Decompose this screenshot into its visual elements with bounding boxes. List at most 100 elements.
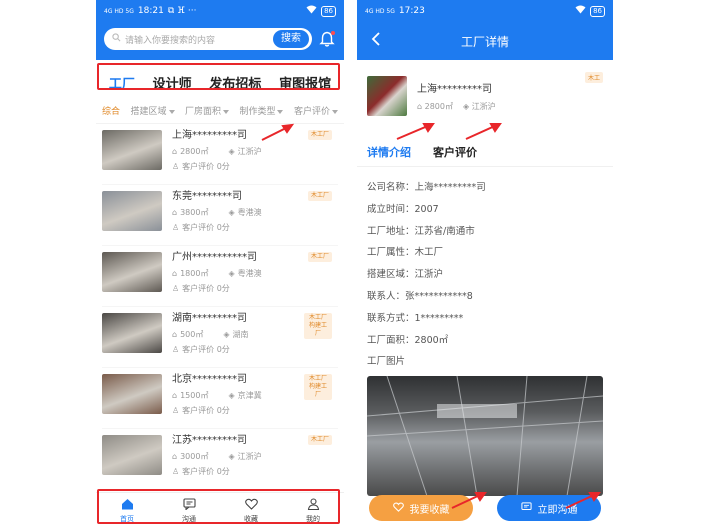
notification-icons: ⧉ ⴼ ··· — [167, 6, 197, 16]
factory-area-value: 2800㎡ — [424, 102, 453, 111]
factory-name: 上海*********司 — [417, 84, 492, 95]
detail-info: 公司名称：上海*********司 成立时间：2007 工厂地址：江苏省/南通市… — [357, 167, 613, 383]
collect-button[interactable]: 我要收藏 — [369, 495, 473, 521]
factory-area: ⌂ 2800㎡ — [417, 101, 453, 112]
user-icon: ♙ — [172, 223, 180, 232]
filter-factory-area-label: 厂房面积 — [184, 107, 221, 117]
filter-bar: 综合 搭建区域 厂房面积 制作类型 客户评价 — [96, 98, 344, 124]
user-icon: ♙ — [172, 345, 180, 354]
building-icon: ⌂ — [172, 269, 178, 278]
factory-region: 江浙沪 — [237, 147, 262, 156]
factory-region: 京津冀 — [237, 391, 262, 400]
factory-area: 3000㎡ — [180, 452, 209, 461]
factory-rating: 客户评价 0分 — [182, 467, 230, 476]
nav-bar: 工厂详情 — [357, 22, 613, 60]
building-icon: ⌂ — [417, 102, 425, 111]
status-bar-right: 4G HD 5G 17:23 86 — [357, 0, 613, 22]
detail-contact-person: 联系人：张***********8 — [367, 290, 473, 302]
heart-icon — [392, 502, 404, 515]
layers-icon: ◈ — [228, 269, 235, 278]
contact-button-label: 立即沟通 — [537, 504, 578, 516]
layers-icon: ◈ — [462, 102, 472, 111]
factory-rating: 客户评价 0分 — [182, 345, 230, 354]
factory-list-item[interactable]: 湖南*********司 ⌂ 500㎡ ◈ 湖南 ♙ 客户评价 0分 木工厂 构建工厂 — [102, 307, 338, 368]
building-icon: ⌂ — [172, 391, 178, 400]
factory-region: 粤港澳 — [237, 208, 262, 217]
battery-level-right: 86 — [590, 5, 605, 17]
factory-type-badge: 木工厂 — [307, 130, 332, 140]
filter-factory-area[interactable]: 厂房面积 — [185, 104, 229, 117]
detail-contact-method: 联系方式：1********* — [367, 312, 464, 324]
right-phone-screen: 4G HD 5G 17:23 86 工厂详情 上海*********司 ⌂ 28… — [357, 0, 613, 528]
detail-attribute: 工厂属性：木工厂 — [367, 247, 444, 259]
tab-customer-reviews[interactable]: 客户评价 — [433, 144, 477, 160]
factory-thumbnail — [102, 313, 162, 353]
signal-indicator: 4G HD 5G — [104, 7, 134, 15]
factory-thumbnail — [102, 191, 162, 231]
building-icon: ⌂ — [172, 452, 178, 461]
filter-comprehensive[interactable]: 综合 — [102, 104, 120, 117]
factory-region-value: 江浙沪 — [471, 102, 496, 111]
layers-icon: ◈ — [223, 330, 230, 339]
detail-address: 工厂地址：江苏省/南通市 — [367, 225, 475, 237]
factory-rating: 客户评价 0分 — [182, 284, 230, 293]
filter-production-type[interactable]: 制作类型 — [239, 104, 284, 117]
factory-list-item[interactable]: 江苏*********司 ⌂ 3000㎡ ◈ 江浙沪 ♙ 客户评价 0分 木工厂 — [102, 429, 338, 490]
factory-rating: 客户评价 0分 — [182, 162, 230, 171]
factory-list-item[interactable]: 广州***********司 ⌂ 1800㎡ ◈ 粤港澳 ♙ 客户评价 0分 木工厂 — [102, 246, 338, 307]
factory-region: ◈ 江浙沪 — [463, 101, 496, 112]
collect-button-label: 我要收藏 — [409, 504, 450, 516]
search-button[interactable]: 搜索 — [273, 30, 309, 48]
factory-area: 3800㎡ — [180, 208, 209, 217]
tab-detail-intro[interactable]: 详情介绍 — [367, 144, 411, 160]
building-icon: ⌂ — [172, 147, 178, 156]
search-placeholder: 请输入你要搜索的内容 — [125, 35, 216, 46]
status-time-right: 17:23 — [398, 6, 425, 16]
back-arrow-icon[interactable] — [371, 32, 381, 49]
detail-photos-label: 工厂图片 — [367, 356, 406, 368]
detail-region: 搭建区域：江浙沪 — [367, 269, 444, 281]
status-bar: 4G HD 5G 18:21 ⧉ ⴼ ··· 86 — [96, 0, 344, 22]
user-icon: ♙ — [172, 406, 180, 415]
annotation-box-tabbar — [97, 489, 340, 524]
building-icon: ⌂ — [172, 330, 178, 339]
factory-list: 上海*********司 ⌂ 2800㎡ ◈ 江浙沪 ♙ 客户评价 0分 木工厂 东莞*****… — [96, 124, 344, 490]
factory-area: 1800㎡ — [180, 269, 209, 278]
filter-build-region[interactable]: 搭建区域 — [130, 104, 175, 117]
chat-icon — [520, 501, 532, 515]
page-title: 工厂详情 — [460, 34, 509, 49]
action-bar: 我要收藏 立即沟通 — [357, 488, 613, 528]
detail-tabs: 详情介绍 客户评价 — [357, 130, 613, 167]
building-icon: ⌂ — [172, 208, 178, 217]
filter-customer-rating[interactable]: 客户评价 — [294, 104, 338, 117]
left-header: 4G HD 5G 18:21 ⧉ ⴼ ··· 86 请输入你要搜索的内容 搜索 — [96, 0, 344, 60]
filter-customer-rating-label: 客户评价 — [293, 107, 330, 117]
layers-icon: ◈ — [228, 147, 235, 156]
factory-thumbnail — [102, 130, 162, 170]
factory-rating: 客户评价 0分 — [182, 406, 230, 415]
detail-founded: 成立时间：2007 — [367, 203, 439, 215]
factory-type-badge: 木工 — [584, 72, 603, 83]
contact-button[interactable]: 立即沟通 — [497, 495, 601, 521]
factory-list-item[interactable]: 北京*********司 ⌂ 1500㎡ ◈ 京津冀 ♙ 客户评价 0分 木工厂 构建工厂 — [102, 368, 338, 429]
wifi-icon — [575, 5, 586, 17]
filter-build-region-label: 搭建区域 — [130, 107, 167, 117]
detail-area: 工厂面积：2800㎡ — [367, 334, 449, 346]
factory-list-item[interactable]: 东莞********司 ⌂ 3800㎡ ◈ 粤港澳 ♙ 客户评价 0分 木工厂 — [102, 185, 338, 246]
status-time: 18:21 — [137, 6, 164, 16]
search-input[interactable]: 请输入你要搜索的内容 搜索 — [104, 28, 312, 50]
signal-indicator-right: 4G HD 5G — [365, 7, 395, 15]
annotation-box-tabs — [97, 63, 340, 90]
user-icon: ♙ — [172, 284, 180, 293]
factory-type-badge: 木工厂 — [307, 191, 332, 201]
factory-area: 500㎡ — [180, 330, 204, 339]
layers-icon: ◈ — [228, 391, 235, 400]
notification-bell-icon[interactable] — [318, 30, 336, 48]
layers-icon: ◈ — [228, 452, 235, 461]
factory-thumbnail — [102, 435, 162, 475]
right-header: 4G HD 5G 17:23 86 工厂详情 — [357, 0, 613, 60]
search-icon — [112, 33, 121, 45]
factory-list-item[interactable]: 上海*********司 ⌂ 2800㎡ ◈ 江浙沪 ♙ 客户评价 0分 木工厂 — [102, 124, 338, 185]
user-icon: ♙ — [172, 162, 180, 171]
factory-rating: 客户评价 0分 — [182, 223, 230, 232]
